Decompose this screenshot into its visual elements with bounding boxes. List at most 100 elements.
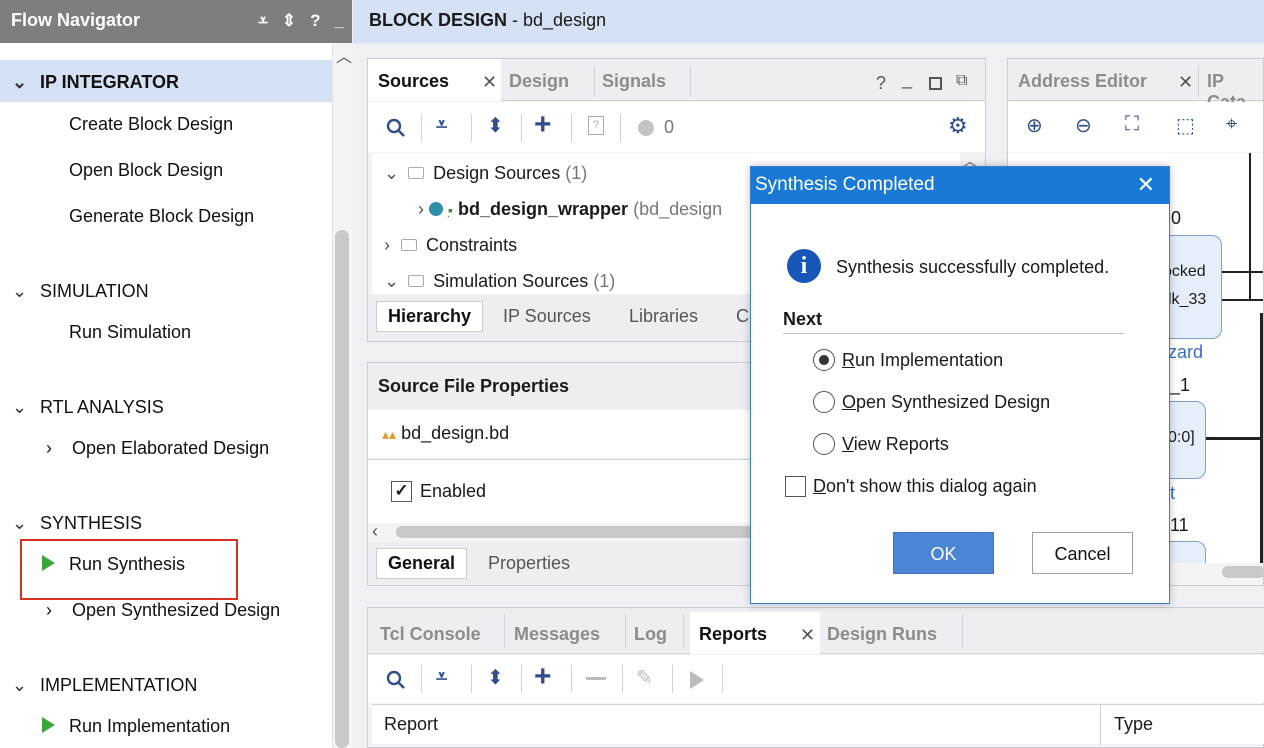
flow-navigator: Flow Navigator ⩡ ⇕ ? _ ⌄ IP INTEGRATOR Cr…: [0, 0, 352, 748]
section-synthesis[interactable]: ⌄ SYNTHESIS: [12, 513, 142, 534]
tab-libraries[interactable]: Libraries: [629, 306, 698, 327]
tab-compile-order[interactable]: C: [736, 306, 749, 327]
nav-create-block-design[interactable]: Create Block Design: [69, 114, 233, 135]
section-rtl-analysis[interactable]: ⌄ RTL ANALYSIS: [12, 397, 164, 418]
expand-all-icon[interactable]: ⬍: [487, 665, 504, 690]
tab-address-editor[interactable]: Address Editor ✕: [1018, 59, 1193, 101]
expand-all-icon[interactable]: ⇕: [282, 11, 296, 31]
unknown-file-icon[interactable]: ?: [588, 116, 604, 135]
add-icon[interactable]: +: [534, 660, 552, 694]
nav-run-simulation[interactable]: Run Simulation: [69, 322, 191, 343]
open-synthesized-design-label[interactable]: Open Synthesized Design: [842, 392, 1050, 413]
float-icon[interactable]: ⧉: [956, 72, 967, 90]
zoom-fit-icon[interactable]: ⛶: [1125, 113, 1139, 136]
crosshair-icon[interactable]: ⌖: [1226, 113, 1237, 136]
chevron-down-icon: ⌄: [12, 72, 28, 92]
tab-hierarchy[interactable]: Hierarchy: [376, 301, 484, 332]
wire: [1249, 153, 1251, 299]
tab-ip-catalog[interactable]: IP Cata: [1207, 59, 1263, 112]
help-icon[interactable]: ?: [876, 73, 886, 94]
dont-show-label[interactable]: Don't show this dialog again: [813, 476, 1037, 497]
enabled-label: Enabled: [420, 481, 487, 501]
tab-design-runs[interactable]: Design Runs: [827, 612, 937, 654]
nav-run-synthesis[interactable]: Run Synthesis: [69, 554, 185, 575]
minimize-icon[interactable]: _: [902, 69, 912, 90]
play-icon: [42, 717, 55, 733]
tree-constraints[interactable]: › Constraints: [384, 235, 517, 256]
section-implementation[interactable]: ⌄ IMPLEMENTATION: [12, 675, 197, 696]
nav-open-synthesized-design[interactable]: › Open Synthesized Design: [46, 600, 280, 621]
view-reports-label[interactable]: View Reports: [842, 434, 949, 455]
console-tab-bar: Tcl Console Messages Log Reports ✕ Design…: [368, 608, 1264, 654]
close-icon[interactable]: ✕: [800, 625, 815, 646]
scrollbar-thumb[interactable]: [335, 230, 349, 748]
section-simulation[interactable]: ⌄ SIMULATION: [12, 281, 149, 302]
view-reports-radio[interactable]: [813, 433, 835, 455]
help-icon[interactable]: ?: [310, 11, 320, 31]
tab-design[interactable]: Design: [509, 59, 569, 101]
wire: [1206, 437, 1263, 440]
collapse-all-icon[interactable]: ⩡: [436, 666, 447, 689]
wire: [1222, 271, 1263, 273]
chevron-down-icon: ⌄: [12, 281, 28, 301]
nav-generate-block-design[interactable]: Generate Block Design: [69, 206, 254, 227]
tab-properties[interactable]: Properties: [488, 553, 570, 574]
minimize-icon[interactable]: _: [335, 11, 344, 31]
chevron-right-icon: ›: [46, 600, 52, 620]
next-divider: [783, 333, 1124, 334]
remove-icon[interactable]: [586, 677, 606, 680]
folder-icon: [408, 167, 425, 179]
scrollbar-thumb[interactable]: [1222, 566, 1263, 578]
run-implementation-radio[interactable]: [813, 349, 835, 371]
dont-show-checkbox[interactable]: [785, 476, 806, 497]
expand-all-icon[interactable]: ⬍: [487, 113, 504, 138]
maximize-icon[interactable]: [929, 77, 942, 90]
close-icon[interactable]: ✕: [482, 72, 497, 93]
chevron-right-icon: ›: [46, 438, 52, 458]
edit-pencil-icon[interactable]: ✎: [636, 665, 653, 690]
column-header-type[interactable]: Type: [1114, 714, 1153, 735]
diagram-text: 0:0]: [1168, 429, 1195, 446]
close-icon[interactable]: ✕: [1137, 172, 1155, 198]
tab-messages[interactable]: Messages: [514, 612, 600, 654]
section-ip-integrator[interactable]: ⌄ IP INTEGRATOR: [12, 72, 179, 93]
tree-design-sources[interactable]: ⌄ Design Sources (1): [384, 163, 587, 184]
settings-gear-icon[interactable]: ⚙: [948, 113, 968, 139]
collapse-all-icon[interactable]: ⩡: [258, 11, 268, 31]
zoom-out-icon[interactable]: ⊖: [1075, 113, 1092, 138]
search-icon[interactable]: [386, 118, 406, 138]
folder-icon: [408, 275, 425, 287]
tab-tcl-console[interactable]: Tcl Console: [380, 612, 481, 654]
tab-reports[interactable]: Reports ✕: [690, 612, 820, 654]
chevron-down-icon: ⌄: [384, 163, 400, 183]
ok-button[interactable]: OK: [893, 532, 994, 574]
open-synthesized-design-radio[interactable]: [813, 391, 835, 413]
cancel-button[interactable]: Cancel: [1032, 532, 1133, 574]
tab-sources[interactable]: Sources ✕: [368, 59, 501, 101]
run-implementation-label[interactable]: Run Implementation: [842, 350, 1003, 371]
add-icon[interactable]: +: [534, 108, 552, 142]
console-toolbar: ⩡ ⬍ + ✎: [368, 655, 1264, 703]
run-icon[interactable]: [690, 671, 704, 689]
close-icon[interactable]: ✕: [1178, 72, 1193, 93]
enabled-checkbox[interactable]: ✓: [391, 481, 412, 502]
tab-log[interactable]: Log: [634, 612, 667, 654]
diagram-text: t: [1170, 483, 1176, 503]
tree-simulation-sources[interactable]: ⌄ Simulation Sources (1): [384, 271, 615, 292]
nav-open-block-design[interactable]: Open Block Design: [69, 160, 223, 181]
tab-ip-sources[interactable]: IP Sources: [503, 306, 591, 327]
column-header-report[interactable]: Report: [384, 714, 438, 735]
header-title-rest: - bd_design: [507, 10, 607, 30]
tab-signals[interactable]: Signals: [602, 59, 666, 101]
scroll-left-icon[interactable]: ‹: [372, 521, 378, 542]
search-icon[interactable]: [386, 670, 406, 690]
nav-run-implementation[interactable]: Run Implementation: [69, 716, 230, 737]
collapse-all-icon[interactable]: ⩡: [436, 114, 447, 137]
scroll-up-icon[interactable]: ︿: [336, 43, 352, 67]
tree-bd-design-wrapper[interactable]: › ▪̣ bd_design_wrapper (bd_design: [418, 199, 722, 220]
zoom-in-icon[interactable]: ⊕: [1026, 113, 1043, 138]
zoom-area-icon[interactable]: ⬚: [1176, 113, 1195, 138]
scrollbar-thumb[interactable]: [396, 526, 756, 538]
nav-open-elaborated-design[interactable]: › Open Elaborated Design: [46, 438, 269, 459]
tab-general[interactable]: General: [376, 548, 468, 579]
